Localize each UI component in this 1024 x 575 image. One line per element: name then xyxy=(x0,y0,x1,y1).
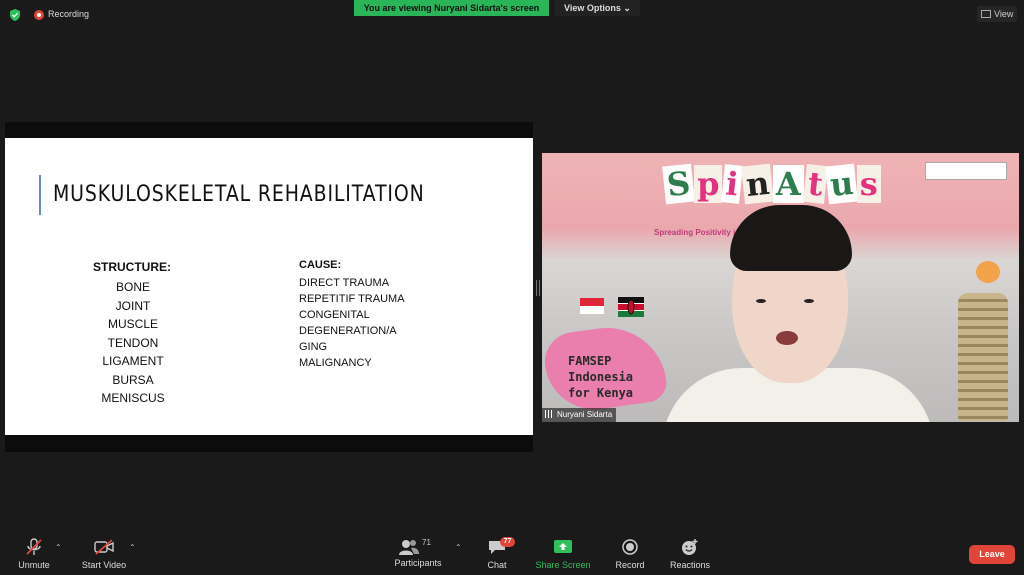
muted-microphone-icon xyxy=(26,538,42,555)
brand-letter: t xyxy=(802,164,828,204)
person-mouth xyxy=(776,331,798,345)
reactions-button[interactable]: Reactions xyxy=(667,538,713,570)
record-label: Record xyxy=(615,560,645,570)
cause-item: MALIGNANCY xyxy=(299,357,372,369)
audio-options-caret-icon[interactable]: ⌃ xyxy=(55,543,62,552)
person-eye xyxy=(804,299,814,303)
grid-icon xyxy=(981,10,991,18)
brand-letter: S xyxy=(662,163,696,205)
chat-unread-badge: 77 xyxy=(500,537,515,547)
unmute-label: Unmute xyxy=(18,560,50,570)
brand-letter: n xyxy=(740,163,774,205)
indonesia-flag-icon xyxy=(580,298,604,314)
badge-line: Indonesia xyxy=(568,370,634,384)
participants-button[interactable]: 71 Participants xyxy=(390,538,446,568)
share-screen-button[interactable]: Share Screen xyxy=(534,538,592,570)
structure-item: JOINT xyxy=(115,298,151,313)
chat-label: Chat xyxy=(487,560,507,570)
flower-decoration xyxy=(976,261,1000,283)
structure-heading: STRUCTURE: xyxy=(93,260,171,274)
participants-icon xyxy=(399,540,419,555)
title-accent-bar xyxy=(39,175,41,215)
famsep-badge-text: FAMSEP Indonesia for Kenya xyxy=(568,353,633,401)
brand-letter: p xyxy=(694,165,723,203)
participant-name-tag: Nuryani Sidarta xyxy=(542,408,617,422)
skeleton-decoration xyxy=(958,293,1008,421)
cause-list: DIRECT TRAUMA REPETITIF TRAUMA CONGENITA… xyxy=(299,275,409,371)
structure-item: MUSCLE xyxy=(107,317,158,331)
reactions-smiley-icon xyxy=(682,539,698,555)
participants-options-caret-icon[interactable]: ⌃ xyxy=(455,543,462,552)
structure-item: BURSA xyxy=(112,372,154,387)
slide-title: MUSKULOSKELETAL REHABILITATION xyxy=(53,182,425,207)
person-eye xyxy=(756,299,766,303)
share-screen-icon xyxy=(554,540,572,553)
share-screen-label: Share Screen xyxy=(535,560,591,570)
security-shield-icon[interactable] xyxy=(9,9,21,21)
structure-item: BONE xyxy=(115,280,150,294)
view-button[interactable]: View xyxy=(977,6,1017,22)
start-video-label: Start Video xyxy=(81,560,127,570)
cause-item: CONGENITAL xyxy=(299,309,370,321)
badge-line: FAMSEP xyxy=(568,354,612,368)
cause-heading: CAUSE: xyxy=(299,259,342,271)
structure-item: MENISCUS xyxy=(101,391,165,405)
video-options-caret-icon[interactable]: ⌃ xyxy=(129,543,136,552)
badge-line: for Kenya xyxy=(568,386,634,400)
recording-icon xyxy=(34,10,44,20)
structure-item: LIGAMENT xyxy=(102,354,164,368)
participants-count: 71 xyxy=(422,538,431,547)
signal-bars-icon xyxy=(545,410,554,418)
view-options-button[interactable]: View Options ⌄ xyxy=(555,0,640,16)
shared-slide: MUSKULOSKELETAL REHABILITATION STRUCTURE… xyxy=(5,138,533,435)
brand-letter: i xyxy=(721,164,744,204)
record-button[interactable]: Record xyxy=(612,538,648,570)
record-icon xyxy=(622,539,638,555)
leave-button[interactable]: Leave xyxy=(969,545,1015,564)
brand-letter: u xyxy=(824,163,858,205)
start-video-button[interactable]: Start Video xyxy=(78,538,130,570)
participants-label: Participants xyxy=(394,558,442,568)
structure-list: BONE JOINT MUSCLE TENDON LIGAMENT BURSA … xyxy=(83,278,183,408)
participants-icon-group: 71 xyxy=(398,538,438,556)
participant-name: Nuryani Sidarta xyxy=(557,410,613,419)
brand-letter: s xyxy=(856,165,881,203)
reactions-label: Reactions xyxy=(669,560,711,570)
spinatus-logo: Sp in Atu s xyxy=(662,163,882,205)
structure-item: TENDON xyxy=(107,335,159,350)
sponsor-logos xyxy=(925,162,1007,180)
kenya-flag-icon xyxy=(618,297,644,317)
cause-item: DIRECT TRAUMA xyxy=(299,277,390,289)
unmute-button[interactable]: Unmute xyxy=(12,538,56,570)
panel-splitter-handle[interactable] xyxy=(536,280,540,296)
recording-label[interactable]: Recording xyxy=(48,9,89,19)
person-hair xyxy=(730,205,852,271)
view-label: View xyxy=(994,9,1014,19)
brand-letter: A xyxy=(772,165,804,203)
cause-item: GING xyxy=(299,341,328,353)
screen-share-banner: You are viewing Nuryani Sidarta's screen xyxy=(354,0,549,16)
cause-item: REPETITIF TRAUMA xyxy=(299,293,405,305)
cause-item: DEGENERATION/A xyxy=(299,325,397,337)
video-off-icon xyxy=(94,539,114,555)
participant-video-tile[interactable]: Sp in Atu s Spreading Positivity i kti Univ… xyxy=(542,153,1019,422)
